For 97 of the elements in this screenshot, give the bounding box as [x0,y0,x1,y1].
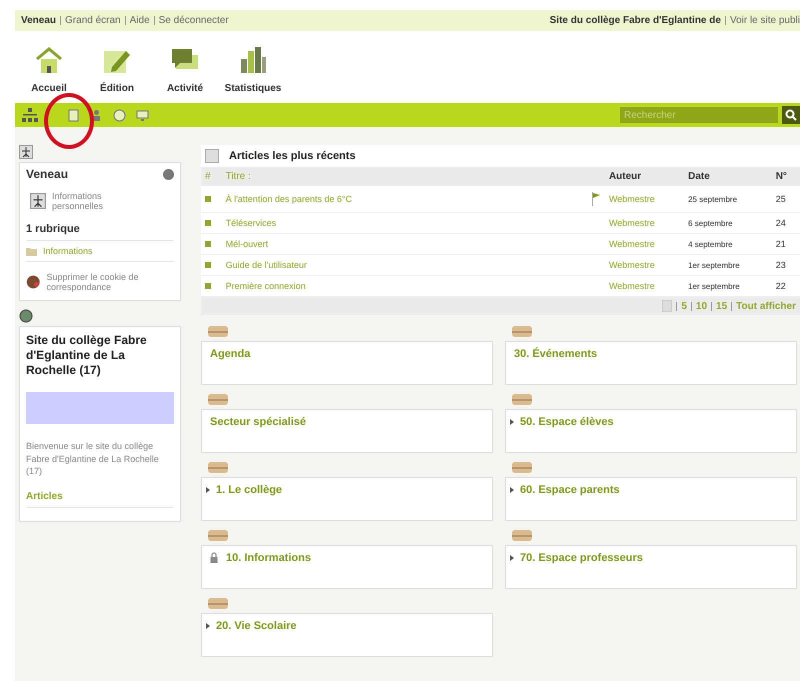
article-link[interactable]: Première connexion [226,281,306,291]
flag-icon [590,191,601,207]
search-field[interactable]: Rechercher [620,107,778,123]
site-name: Site du collège Fabre d'Eglantine de La Rochelle (17) [26,333,148,378]
section-card[interactable]: 10. Informations [201,545,493,589]
section-title: 10. Informations [226,552,311,564]
section-title: 70. Espace professeurs [520,552,643,564]
tray-icon [511,529,533,542]
delete-cookie-link[interactable]: Supprimer le cookie de correspondance [46,272,174,292]
nav-tab[interactable]: Accueil [15,45,83,103]
sitemap-icon[interactable] [21,107,39,123]
monitor-icon[interactable] [136,108,149,122]
tray-icon [511,461,533,474]
search-button[interactable] [782,106,800,124]
section-card[interactable]: 70. Espace professeurs [505,545,797,589]
welcome-text: Bienvenue sur le site du collège Fabre d'Eglantine de La Rochelle (17) [26,440,160,478]
person-icon [30,193,46,209]
highlight-circle [44,93,94,149]
section-title: 20. Vie Scolaire [216,620,297,632]
date-cell: 6 septembre [684,212,772,234]
triangle-icon [510,419,514,425]
number-cell: 21 [772,234,800,254]
tray-icon [207,529,229,542]
column-header: Auteur [604,167,684,186]
bullet-icon [205,241,211,247]
section-title: Agenda [210,348,250,360]
triangle-icon [510,555,514,561]
rubrique-count: 1 rubrique [26,223,81,235]
page-size-link[interactable]: 5 [681,300,687,312]
nav-tab[interactable]: Statistiques [219,45,287,103]
number-cell: 23 [772,254,800,276]
article-link[interactable]: Mél-ouvert [226,239,268,249]
number-cell: 25 [772,186,800,212]
tray-icon [207,325,229,338]
tray-icon [207,461,229,474]
articles-link[interactable]: Articles [26,490,63,502]
nav-tab[interactable]: Édition [83,45,151,103]
article-link[interactable]: Téléservices [226,218,276,228]
author-cell: Webmestre [604,212,684,234]
top-link[interactable]: Se déconnecter [158,15,229,26]
section-title: 60. Espace parents [520,484,620,496]
date-cell: 25 septembre [684,186,772,212]
top-link[interactable]: Aide [130,15,150,26]
section-title: 1. Le collège [216,484,282,496]
section-card[interactable]: 60. Espace parents [505,477,797,521]
bullet-icon [205,220,211,226]
tray-icon [207,393,229,406]
article-link[interactable]: À l'attention des parents de 6°C [226,194,352,204]
user-name: Veneau [26,167,68,181]
section-title: Secteur spécialisé [210,416,306,428]
site-title: Site du collège Fabre d'Eglantine de [550,15,721,26]
column-header: N° [772,167,800,186]
section-card[interactable]: 50. Espace élèves [505,409,797,453]
author-cell: Webmestre [604,186,684,212]
page-size-link[interactable]: 10 [696,300,708,312]
section-card[interactable]: 30. Événements [505,341,797,385]
top-link[interactable]: Grand écran [65,15,121,26]
section-title: 50. Espace élèves [520,416,614,428]
tray-icon [207,597,229,610]
column-header: Titre : [222,167,605,186]
section-card[interactable]: 1. Le collège [201,477,493,521]
bullet-icon [205,196,211,202]
lock-icon [210,552,218,563]
triangle-icon [206,623,210,629]
section-card[interactable]: Agenda [201,341,493,385]
cookie-icon[interactable] [26,273,40,291]
nav-tab[interactable]: Activité [151,45,219,103]
triangle-icon [510,487,514,493]
person-icon [19,145,33,159]
section-card[interactable]: Secteur spécialisé [201,409,493,453]
search-icon [785,109,797,121]
bullet-icon [205,262,211,268]
triangle-icon [206,487,210,493]
page-size-link[interactable]: Tout afficher [736,300,796,312]
tray-icon [511,325,533,338]
page-icon [662,300,672,312]
rubrique-link[interactable]: Informations [43,246,93,256]
public-site-link[interactable]: Voir le site publi [730,15,800,26]
author-cell: Webmestre [604,234,684,254]
date-cell: 4 septembre [684,234,772,254]
article-link[interactable]: Guide de l'utilisateur [226,260,307,270]
section-title: 30. Événements [514,348,598,360]
home-icon [34,45,64,75]
number-cell: 24 [772,212,800,234]
bullet-icon [205,283,211,289]
section-card[interactable]: 20. Vie Scolaire [201,613,493,657]
page-size-link[interactable]: 15 [716,300,728,312]
column-header: Date [684,167,772,186]
column-header: # [201,167,222,186]
personal-info-link[interactable]: Informations personnelles [52,191,122,211]
user-link[interactable]: Veneau [21,15,56,26]
tray-icon [511,393,533,406]
folder-icon [26,246,37,256]
date-cell: 1er septembre [684,254,772,276]
panel-title: Articles les plus récents [229,150,356,162]
author-cell: Webmestre [604,254,684,276]
bar-chart-icon [238,45,268,75]
